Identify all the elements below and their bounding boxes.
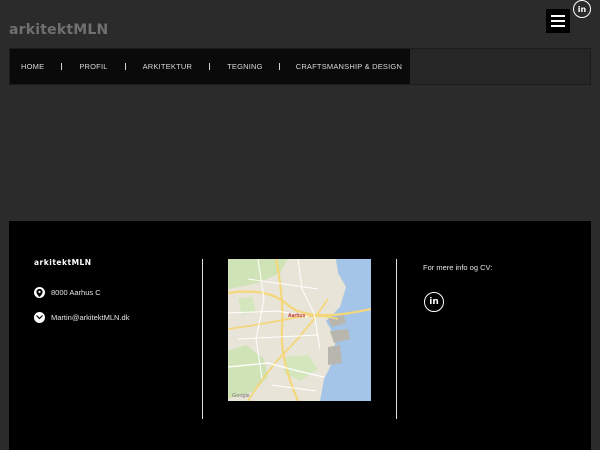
footer-email[interactable]: Martin@arkitektMLN.dk (34, 312, 129, 323)
nav-item-profil[interactable]: PROFIL (79, 62, 107, 71)
nav-separator (278, 63, 280, 70)
location-pin-icon (34, 287, 45, 298)
location-map[interactable]: Aarhus Google (228, 259, 371, 401)
more-info-text: For mere info og CV: (423, 263, 493, 272)
divider (396, 259, 397, 419)
nav-separator (61, 63, 63, 70)
nav-item-tegning[interactable]: TEGNING (227, 62, 263, 71)
nav-separator (209, 63, 211, 70)
email-link[interactable]: Martin@arkitektMLN.dk (51, 313, 129, 322)
divider (202, 259, 203, 419)
nav-items: HOME PROFIL ARKITEKTUR TEGNING CRAFTSMAN… (10, 49, 410, 84)
footer: arkitektMLN 8000 Aarhus C Martin@arkitek… (9, 221, 591, 450)
map-city-label: Aarhus (288, 313, 305, 319)
nav-item-home[interactable]: HOME (21, 62, 44, 71)
linkedin-icon[interactable]: in (424, 292, 444, 312)
linkedin-icon[interactable]: in (573, 0, 591, 18)
nav-separator (124, 63, 126, 70)
site-logo[interactable]: arkitektMLN (9, 22, 108, 38)
main-navigation: HOME PROFIL ARKITEKTUR TEGNING CRAFTSMAN… (9, 48, 591, 85)
address-text: 8000 Aarhus C (51, 288, 101, 297)
map-attribution: Google (232, 393, 250, 399)
nav-item-craftsmanship-design[interactable]: CRAFTSMANSHIP & DESIGN (296, 62, 402, 71)
hamburger-menu-icon[interactable] (546, 9, 570, 33)
footer-brand: arkitektMLN (34, 258, 92, 267)
email-icon (34, 312, 45, 323)
footer-address: 8000 Aarhus C (34, 287, 101, 298)
nav-item-arkitektur[interactable]: ARKITEKTUR (143, 62, 193, 71)
